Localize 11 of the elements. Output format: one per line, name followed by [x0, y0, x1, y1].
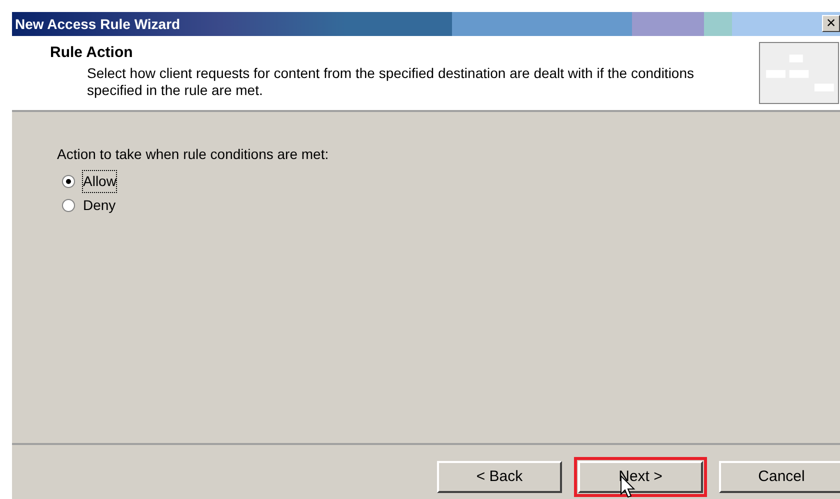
wizard-button[interactable]: < Back [437, 461, 562, 493]
close-button[interactable]: × [822, 15, 840, 32]
option-label[interactable]: Allow [83, 170, 116, 192]
page-description: Select how client requests for content from the specified destination are dealt with if the conditions specified in the rule are met. [86, 64, 696, 98]
option-label[interactable]: Deny [83, 194, 116, 216]
radio-button[interactable] [62, 174, 75, 188]
page-title: Rule Action [50, 43, 134, 63]
window-title: New Access Rule Wizard [14, 14, 180, 34]
radio-button[interactable] [62, 198, 75, 212]
prompt-label: Action to take when rule conditions are met: [57, 145, 330, 164]
wizard-button[interactable]: Cancel [719, 461, 840, 493]
